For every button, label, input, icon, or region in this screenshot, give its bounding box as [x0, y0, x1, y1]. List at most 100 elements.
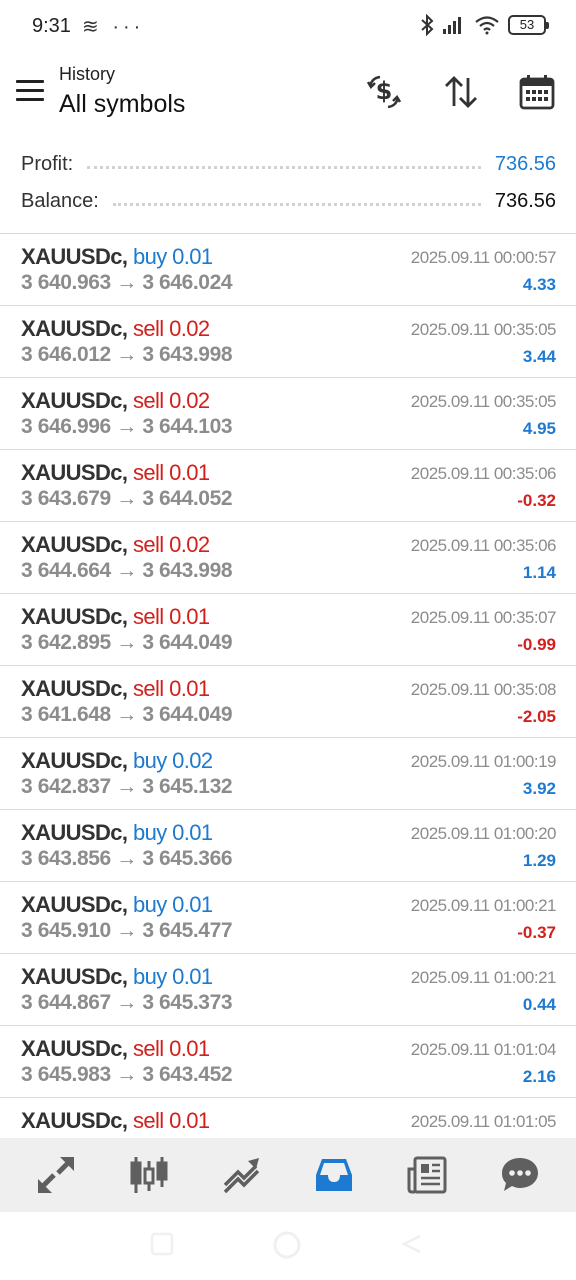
deal-close-price: 3 643.998: [142, 559, 233, 582]
deal-symbol: XAUUSDc, sell 0.01: [21, 604, 210, 630]
deal-profit: 2.16: [522, 1067, 556, 1086]
arrow-right-icon: →: [116, 415, 137, 438]
deal-time: 2025.09.11 00:35:07: [410, 608, 557, 627]
deal-symbol-name: XAUUSDc,: [21, 244, 128, 269]
deal-time: 2025.09.11 01:00:21: [410, 968, 557, 987]
deal-close-price: 3 645.373: [142, 991, 233, 1014]
deal-profit: -2.05: [517, 707, 556, 726]
deal-close-price: 3 646.024: [142, 271, 233, 294]
nav-trade[interactable]: [218, 1151, 266, 1199]
deal-row[interactable]: XAUUSDc, buy 0.01 3 644.867 → 3 645.373 20…: [0, 954, 576, 1026]
nav-chart[interactable]: [125, 1151, 173, 1199]
hamburger-menu-icon[interactable]: [16, 80, 44, 104]
arrow-right-icon: →: [116, 991, 137, 1014]
profit-label: Profit:: [21, 152, 74, 175]
deal-side-volume: buy 0.01: [132, 244, 213, 269]
nav-quotes[interactable]: [32, 1151, 80, 1199]
deal-profit: 3.44: [522, 347, 556, 366]
balance-label: Balance:: [21, 189, 99, 212]
back-icon[interactable]: [400, 1232, 424, 1261]
system-navigation-bar: [0, 1212, 576, 1280]
deal-symbol: XAUUSDc, sell 0.02: [21, 532, 210, 558]
deal-symbol-name: XAUUSDc,: [21, 532, 128, 557]
deal-row[interactable]: XAUUSDc, sell 0.02 3 646.996 → 3 644.103 2…: [0, 378, 576, 450]
deal-time: 2025.09.11 00:35:06: [410, 464, 557, 483]
deal-row[interactable]: XAUUSDc, sell 0.02 3 644.664 → 3 643.998 2…: [0, 522, 576, 594]
balance-value: 736.56: [494, 189, 556, 212]
deal-symbol: XAUUSDc, buy 0.01: [21, 892, 213, 918]
deal-row[interactable]: XAUUSDc, sell 0.02 3 646.012 → 3 643.998 2…: [0, 306, 576, 378]
status-time: 9:31: [32, 15, 71, 37]
deal-time: 2025.09.11 00:35:05: [410, 320, 557, 339]
deal-row[interactable]: XAUUSDc, sell 0.01 3 642.895 → 3 644.049 2…: [0, 594, 576, 666]
deal-open-price: 3 642.895: [21, 631, 111, 654]
battery-icon: 53: [508, 15, 549, 35]
deal-row[interactable]: XAUUSDc, sell 0.01 3 641.648 → 3 644.049 2…: [0, 666, 576, 738]
balance-row: Balance: 736.56: [21, 186, 556, 216]
currency-exchange-icon[interactable]: $: [364, 72, 404, 112]
deals-list[interactable]: XAUUSDc, buy 0.01 3 640.963 → 3 646.024 20…: [0, 234, 576, 1138]
deal-row[interactable]: XAUUSDc, buy 0.01 3 645.910 → 3 645.477 20…: [0, 882, 576, 954]
nav-news[interactable]: [403, 1151, 451, 1199]
deal-open-price: 3 642.837: [21, 775, 111, 798]
sort-icon[interactable]: [441, 72, 481, 112]
bluetooth-icon: [421, 14, 434, 36]
deal-prices: 3 640.963 → 3 646.024: [21, 271, 233, 295]
bottom-navigation: [0, 1138, 576, 1212]
profit-row: Profit: 736.56: [21, 149, 556, 179]
deal-row[interactable]: XAUUSDc, buy 0.02 3 642.837 → 3 645.132 20…: [0, 738, 576, 810]
deal-prices: 3 645.983 → 3 643.452: [21, 1063, 233, 1087]
deal-symbol: XAUUSDc, sell 0.01: [21, 676, 210, 702]
deal-time: 2025.09.11 00:35:08: [410, 680, 557, 699]
deal-side-volume: buy 0.01: [132, 964, 213, 989]
deal-open-price: 3 640.963: [21, 271, 111, 294]
deal-row[interactable]: XAUUSDc, sell 0.013 643.873 → 3 643.7002…: [0, 1098, 576, 1138]
deal-prices: 3 644.867 → 3 645.373: [21, 991, 233, 1015]
deal-symbol-name: XAUUSDc,: [21, 1108, 128, 1133]
deal-symbol-name: XAUUSDc,: [21, 460, 128, 485]
arrow-right-icon: →: [116, 919, 137, 942]
home-icon[interactable]: [272, 1230, 302, 1265]
deal-profit: 1.29: [522, 851, 556, 870]
deal-symbol-name: XAUUSDc,: [21, 1036, 128, 1061]
newspaper-icon: [407, 1156, 447, 1194]
deal-symbol-name: XAUUSDc,: [21, 316, 128, 341]
deal-row[interactable]: XAUUSDc, buy 0.01 3 643.856 → 3 645.366 20…: [0, 810, 576, 882]
nav-messages[interactable]: [496, 1151, 544, 1199]
deal-row[interactable]: XAUUSDc, buy 0.01 3 640.963 → 3 646.024 20…: [0, 234, 576, 306]
deal-symbol-name: XAUUSDc,: [21, 748, 128, 773]
deal-row[interactable]: XAUUSDc, sell 0.01 3 643.679 → 3 644.052 2…: [0, 450, 576, 522]
deal-symbol: XAUUSDc, buy 0.01: [21, 244, 213, 270]
arrow-right-icon: →: [116, 703, 137, 726]
deal-symbol: XAUUSDc, buy 0.02: [21, 748, 213, 774]
deal-row[interactable]: XAUUSDc, sell 0.01 3 645.983 → 3 643.452 2…: [0, 1026, 576, 1098]
balance-dots-divider: [112, 202, 481, 206]
inbox-tray-icon: [316, 1159, 353, 1191]
arrow-right-icon: →: [116, 487, 137, 510]
deal-side-volume: buy 0.02: [132, 748, 213, 773]
wifi-icon: [475, 16, 499, 35]
recent-apps-icon[interactable]: [150, 1232, 174, 1261]
deal-side-volume: sell 0.01: [132, 676, 210, 701]
arrow-right-icon: →: [116, 271, 137, 294]
page-title[interactable]: All symbols: [59, 90, 185, 119]
deal-symbol: XAUUSDc, buy 0.01: [21, 820, 213, 846]
deal-close-price: 3 644.052: [142, 487, 233, 510]
deal-profit: -0.32: [517, 491, 556, 510]
arrow-right-icon: →: [116, 1063, 137, 1086]
deal-open-price: 3 643.679: [21, 487, 111, 510]
chat-bubble-icon: [501, 1158, 538, 1191]
deal-open-price: 3 645.983: [21, 1063, 111, 1086]
deal-time: 2025.09.11 01:01:05: [410, 1112, 557, 1131]
trade-trend-icon: [223, 1158, 259, 1194]
arrow-right-icon: →: [116, 343, 137, 366]
deal-close-price: 3 644.049: [142, 631, 233, 654]
profit-value: 736.56: [494, 152, 556, 175]
deal-symbol-name: XAUUSDc,: [21, 604, 128, 629]
deal-symbol-name: XAUUSDc,: [21, 964, 128, 989]
calendar-icon[interactable]: [517, 72, 557, 112]
nav-history[interactable]: [310, 1151, 358, 1199]
arrow-right-icon: →: [116, 847, 137, 870]
deal-profit: -0.37: [517, 923, 556, 942]
deal-symbol: XAUUSDc, sell 0.02: [21, 316, 210, 342]
